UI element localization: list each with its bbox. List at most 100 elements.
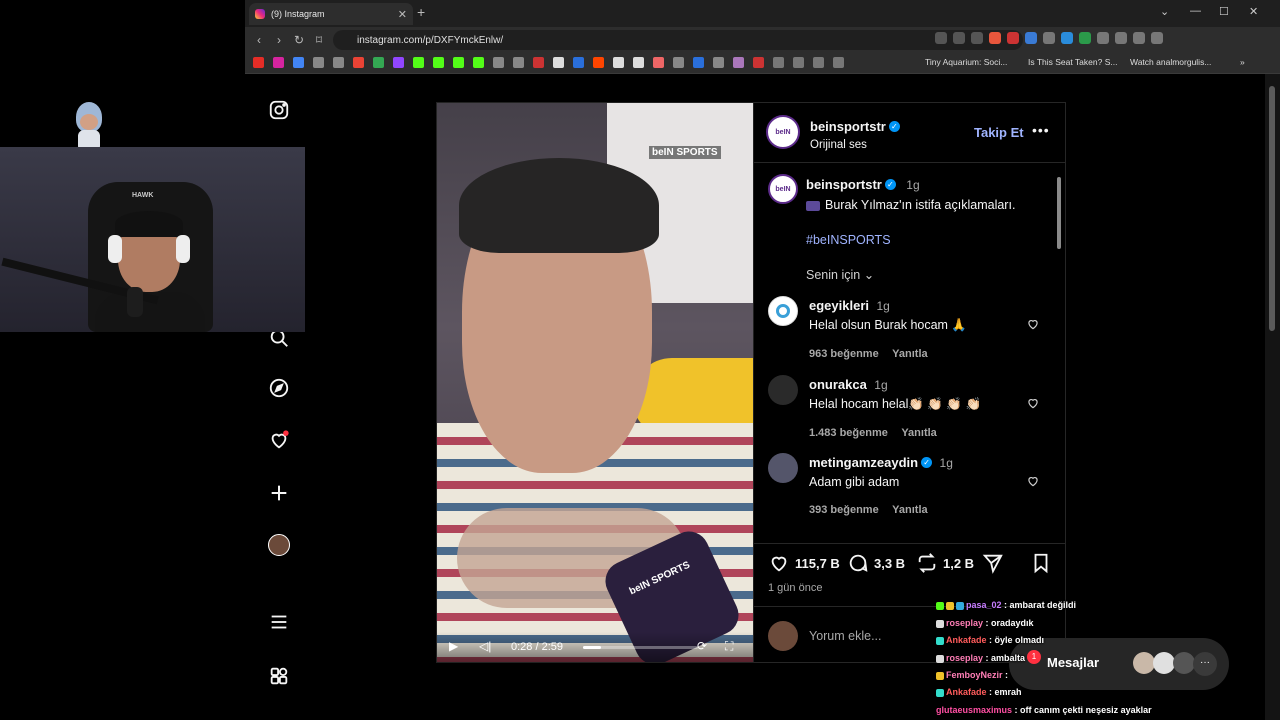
- share-icon[interactable]: [971, 32, 983, 44]
- kick-icon[interactable]: [453, 57, 464, 68]
- zoom-icon[interactable]: [953, 32, 965, 44]
- globe-icon[interactable]: [313, 57, 324, 68]
- caption-username[interactable]: beinsportstr: [806, 177, 882, 192]
- music-icon[interactable]: [1133, 32, 1145, 44]
- bookmark-icon[interactable]: [653, 57, 664, 68]
- close-window-icon[interactable]: ✕: [1249, 5, 1258, 18]
- extension-icon[interactable]: [1007, 32, 1019, 44]
- comment-username[interactable]: onurakca: [809, 377, 867, 392]
- volume-icon[interactable]: ◁|: [479, 639, 491, 653]
- minimize-icon[interactable]: —: [1190, 5, 1201, 17]
- reply-link[interactable]: Yanıtla: [901, 427, 936, 439]
- more-options-icon[interactable]: •••: [1032, 122, 1050, 138]
- folder-icon[interactable]: [793, 57, 804, 68]
- screen-icon[interactable]: [935, 32, 947, 44]
- more-bookmarks-icon[interactable]: »: [1240, 57, 1245, 67]
- extension-icon[interactable]: [1079, 32, 1091, 44]
- post-video[interactable]: beIN SPORTS beIN SPORTS ▶ ◁| 0:28 / 2:59…: [436, 102, 754, 663]
- comment-avatar[interactable]: [768, 453, 798, 483]
- twitch-icon[interactable]: [393, 57, 404, 68]
- profile-avatar[interactable]: [267, 533, 291, 557]
- repost-button[interactable]: 1,2 B: [916, 552, 974, 574]
- messages-button[interactable]: 1 Mesajlar ···: [1009, 638, 1229, 690]
- reply-link[interactable]: Yanıtla: [892, 504, 927, 516]
- tab-search-icon[interactable]: ⌄: [1160, 5, 1169, 18]
- comment-avatar[interactable]: [768, 296, 798, 326]
- chat-username[interactable]: roseplay: [946, 653, 983, 663]
- messages-more-icon[interactable]: ···: [1193, 652, 1217, 676]
- reddit-icon[interactable]: [593, 57, 604, 68]
- bookmark-link[interactable]: Watch analmorgulis...: [1130, 57, 1211, 67]
- kick-icon[interactable]: [473, 57, 484, 68]
- chat-username[interactable]: glutaeusmaximus: [936, 705, 1012, 715]
- more-menu-icon[interactable]: [267, 610, 291, 634]
- hashtag-link[interactable]: #beINSPORTS: [806, 233, 1046, 247]
- chat-username[interactable]: FemboyNezir: [946, 670, 1003, 680]
- extension-icon[interactable]: [1043, 32, 1055, 44]
- create-plus-icon[interactable]: [267, 481, 291, 505]
- instagram-logo-icon[interactable]: [267, 98, 291, 122]
- comment-likes[interactable]: 1.483 beğenme: [809, 427, 888, 439]
- comment-likes[interactable]: 963 beğenme: [809, 348, 879, 360]
- like-comment-heart-icon[interactable]: [1026, 396, 1040, 410]
- tab-instagram[interactable]: (9) Instagram ✕: [249, 3, 413, 25]
- settings-icon[interactable]: ⟳: [697, 639, 707, 653]
- forward-icon[interactable]: ›: [269, 33, 289, 47]
- page-scroll-thumb[interactable]: [1269, 86, 1275, 331]
- notifications-heart-icon[interactable]: [267, 428, 291, 452]
- bookmark-icon[interactable]: [613, 57, 624, 68]
- drive-icon[interactable]: [373, 57, 384, 68]
- bookmark-icon[interactable]: [753, 57, 764, 68]
- like-comment-heart-icon[interactable]: [1026, 474, 1040, 488]
- instagram-icon[interactable]: [273, 57, 284, 68]
- menu-icon[interactable]: [1151, 32, 1163, 44]
- youtube-icon[interactable]: [253, 57, 264, 68]
- like-comment-heart-icon[interactable]: [1026, 317, 1040, 331]
- play-icon[interactable]: ▶: [449, 639, 458, 653]
- follow-button[interactable]: Takip Et: [974, 125, 1024, 140]
- sidebar-icon[interactable]: [1115, 32, 1127, 44]
- bookmark-link[interactable]: Tiny Aquarium: Soci...: [925, 57, 1007, 67]
- bookmark-icon[interactable]: [573, 57, 584, 68]
- new-tab-icon[interactable]: +: [417, 4, 425, 20]
- bookmark-icon[interactable]: ⌑: [309, 33, 329, 47]
- like-button[interactable]: 115,7 B: [768, 552, 840, 574]
- fullscreen-icon[interactable]: ⛶: [725, 639, 733, 654]
- save-button[interactable]: [1030, 552, 1057, 574]
- extension-icon[interactable]: [1061, 32, 1073, 44]
- chat-username[interactable]: Ankafade: [946, 635, 987, 645]
- chatgpt-icon[interactable]: [513, 57, 524, 68]
- explore-icon[interactable]: [267, 376, 291, 400]
- close-tab-icon[interactable]: ✕: [398, 8, 407, 21]
- chat-username[interactable]: Ankafade: [946, 687, 987, 697]
- kick-icon[interactable]: [433, 57, 444, 68]
- back-icon[interactable]: ‹: [249, 33, 269, 47]
- author-username[interactable]: beinsportstr: [810, 119, 886, 134]
- folder-icon[interactable]: [813, 57, 824, 68]
- x-icon[interactable]: [553, 57, 564, 68]
- share-button[interactable]: [982, 552, 1009, 574]
- comment-filter-dropdown[interactable]: Senin için ⌄: [806, 267, 1046, 282]
- comment-likes[interactable]: 393 beğenme: [809, 504, 879, 516]
- amazon-icon[interactable]: [633, 57, 644, 68]
- comment-avatar[interactable]: [768, 375, 798, 405]
- comments-scrollbar[interactable]: [1057, 169, 1062, 537]
- video-progress-bar[interactable]: [583, 646, 698, 649]
- globe-icon[interactable]: [333, 57, 344, 68]
- translate-icon[interactable]: [293, 57, 304, 68]
- maximize-icon[interactable]: ☐: [1219, 5, 1229, 18]
- gmail-icon[interactable]: [353, 57, 364, 68]
- comment-input[interactable]: Yorum ekle...: [809, 629, 882, 643]
- extension-icon[interactable]: [1025, 32, 1037, 44]
- bookmark-icon[interactable]: [733, 57, 744, 68]
- folder-icon[interactable]: [833, 57, 844, 68]
- bookmark-icon[interactable]: [673, 57, 684, 68]
- chat-username[interactable]: roseplay: [946, 618, 983, 628]
- audio-label[interactable]: Orijinal ses: [810, 139, 900, 151]
- comment-username[interactable]: metingamzeaydin: [809, 455, 918, 470]
- address-bar[interactable]: instagram.com/p/DXFYmckEnlw/: [333, 30, 1023, 50]
- brave-shield-icon[interactable]: [989, 32, 1001, 44]
- play-icon[interactable]: [693, 57, 704, 68]
- chat-username[interactable]: pasa_02: [966, 600, 1002, 610]
- reload-icon[interactable]: ↻: [289, 33, 309, 47]
